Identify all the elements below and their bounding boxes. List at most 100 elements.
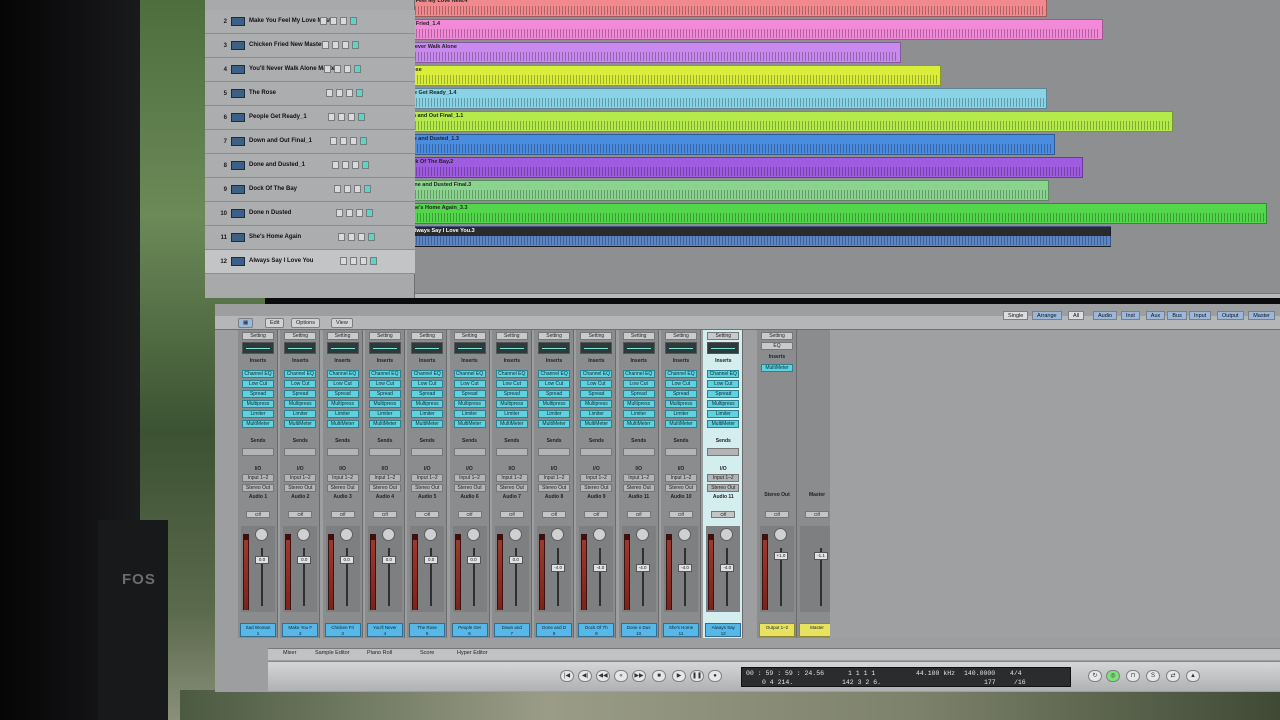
volume-fader[interactable]: -4.0 [720, 564, 735, 572]
plugin-slot[interactable]: Multipress [453, 400, 486, 408]
go-to-start-icon[interactable]: |◀ [560, 670, 574, 682]
eq-display[interactable] [665, 342, 697, 354]
plugin-slot[interactable]: Multipress [411, 400, 444, 408]
output-slot[interactable]: Stereo Out [368, 484, 401, 492]
channel-name[interactable]: Down and 7 [493, 623, 530, 637]
channel-name[interactable]: Always Say 12 [705, 623, 742, 637]
eq-display[interactable] [368, 342, 401, 354]
input-monitor-button[interactable] [360, 257, 367, 265]
horizontal-scrollbar[interactable] [415, 293, 1280, 298]
output-slot[interactable]: Stereo Out [242, 484, 274, 492]
send-slot[interactable] [411, 448, 444, 456]
input-monitor-button[interactable] [350, 137, 357, 145]
view-all[interactable]: All [1068, 311, 1085, 320]
send-slot[interactable] [453, 448, 486, 456]
automation-off[interactable]: Off [542, 511, 567, 518]
pan-knob[interactable] [720, 528, 734, 541]
setting-button[interactable]: Setting [665, 332, 697, 340]
input-monitor-button[interactable] [342, 41, 349, 49]
pause-icon[interactable]: ❚❚ [690, 670, 704, 682]
output-slot[interactable]: Stereo Out [538, 484, 571, 492]
plugin-slot[interactable]: Multipress [284, 400, 317, 408]
track-row[interactable]: 6 People Get Ready_1 [205, 106, 415, 130]
plugin-slot[interactable]: MultiMeter [761, 364, 793, 372]
plugin-slot[interactable]: MultiMeter [665, 420, 697, 428]
volume-fader[interactable]: 0.0 [381, 556, 396, 564]
input-slot[interactable]: Input 1–2 [368, 474, 401, 482]
plugin-slot[interactable]: Channel EQ [538, 370, 571, 378]
channel-name[interactable]: Make You F2 [282, 623, 319, 637]
automation-off[interactable]: Off [805, 511, 829, 518]
plugin-slot[interactable]: Channel EQ [622, 370, 655, 378]
setting-button[interactable]: Setting [707, 332, 740, 340]
mute-button[interactable] [322, 41, 329, 49]
plugin-slot[interactable]: Channel EQ [242, 370, 274, 378]
plugin-slot[interactable]: Low Cut [411, 380, 444, 388]
plugin-slot[interactable]: Channel EQ [453, 370, 486, 378]
input-slot[interactable]: Input 1–2 [242, 474, 274, 482]
plugin-slot[interactable]: MultiMeter [326, 420, 359, 428]
audio-region[interactable]: Make You Feel My Love New.4 [385, 0, 1047, 17]
solo-button[interactable] [336, 89, 343, 97]
solo-button[interactable] [334, 65, 341, 73]
record-enable-button[interactable] [356, 89, 363, 97]
solo-button[interactable] [332, 41, 339, 49]
input-slot[interactable]: Input 1–2 [538, 474, 571, 482]
automation-off[interactable]: Off [584, 511, 609, 518]
edit-menu[interactable]: Edit [265, 318, 285, 328]
plugin-slot[interactable]: Low Cut [453, 380, 486, 388]
audio-region[interactable]: You'll Never Walk Alone [391, 42, 901, 63]
plugin-slot[interactable]: Limiter [284, 410, 317, 418]
plugin-slot[interactable]: MultiMeter [411, 420, 444, 428]
input-monitor-button[interactable] [344, 65, 351, 73]
eq-button[interactable]: EQ [761, 342, 793, 350]
track-row[interactable]: 10 Done n Dusted [205, 202, 415, 226]
record-enable-button[interactable] [354, 65, 361, 73]
view-arrange[interactable]: Arrange [1032, 311, 1062, 320]
plugin-slot[interactable]: Multipress [242, 400, 274, 408]
input-slot[interactable]: Input 1–2 [284, 474, 317, 482]
plugin-slot[interactable]: Spread [368, 390, 401, 398]
mute-button[interactable] [332, 161, 339, 169]
tab-hyper-editor[interactable]: Hyper Editor [457, 650, 488, 656]
channel-name[interactable]: Done n Dus 10 [620, 623, 657, 637]
automation-off[interactable]: Off [372, 511, 397, 518]
input-slot[interactable]: Input 1–2 [580, 474, 613, 482]
automation-off[interactable]: Off [626, 511, 651, 518]
plugin-slot[interactable]: Low Cut [538, 380, 571, 388]
setting-button[interactable]: Setting [622, 332, 655, 340]
view-single[interactable]: Single [1003, 311, 1029, 320]
setting-button[interactable]: Setting [453, 332, 486, 340]
setting-button[interactable]: Setting [538, 332, 571, 340]
solo-button[interactable] [346, 209, 353, 217]
pan-knob[interactable] [466, 528, 480, 541]
input-slot[interactable]: Input 1–2 [326, 474, 359, 482]
solo-button[interactable] [344, 185, 351, 193]
filter-output[interactable]: Output [1217, 311, 1244, 320]
output-slot[interactable]: Stereo Out [622, 484, 655, 492]
view-menu[interactable]: View [331, 318, 353, 328]
forward-icon[interactable]: ▶▶ [632, 670, 646, 682]
plugin-slot[interactable]: Limiter [665, 410, 697, 418]
mute-button[interactable] [324, 65, 331, 73]
setting-button[interactable]: Setting [580, 332, 613, 340]
plugin-slot[interactable]: Spread [411, 390, 444, 398]
output-slot[interactable]: Stereo Out [665, 484, 697, 492]
audio-region[interactable]: Always Say I Love You.3 [407, 226, 1111, 247]
volume-fader[interactable]: 0.0 [255, 556, 269, 564]
pan-knob[interactable] [508, 528, 522, 541]
setting-button[interactable]: Setting [411, 332, 444, 340]
input-monitor-button[interactable] [354, 185, 361, 193]
volume-fader[interactable]: -4.0 [635, 564, 650, 572]
volume-fader[interactable]: -1.1 [814, 552, 828, 560]
eq-display[interactable] [495, 342, 528, 354]
arrange-area[interactable]: Make You Feel My Love New.4 Chicken Fried… [385, 0, 1280, 298]
automation-off[interactable]: Off [415, 511, 440, 518]
input-monitor-button[interactable] [352, 161, 359, 169]
plugin-slot[interactable]: Channel EQ [580, 370, 613, 378]
volume-fader[interactable]: -4.0 [551, 564, 566, 572]
track-row[interactable]: 9 Dock Of The Bay [205, 178, 415, 202]
plugin-slot[interactable]: Low Cut [622, 380, 655, 388]
plugin-slot[interactable]: Channel EQ [368, 370, 401, 378]
volume-fader[interactable]: -4.0 [678, 564, 692, 572]
